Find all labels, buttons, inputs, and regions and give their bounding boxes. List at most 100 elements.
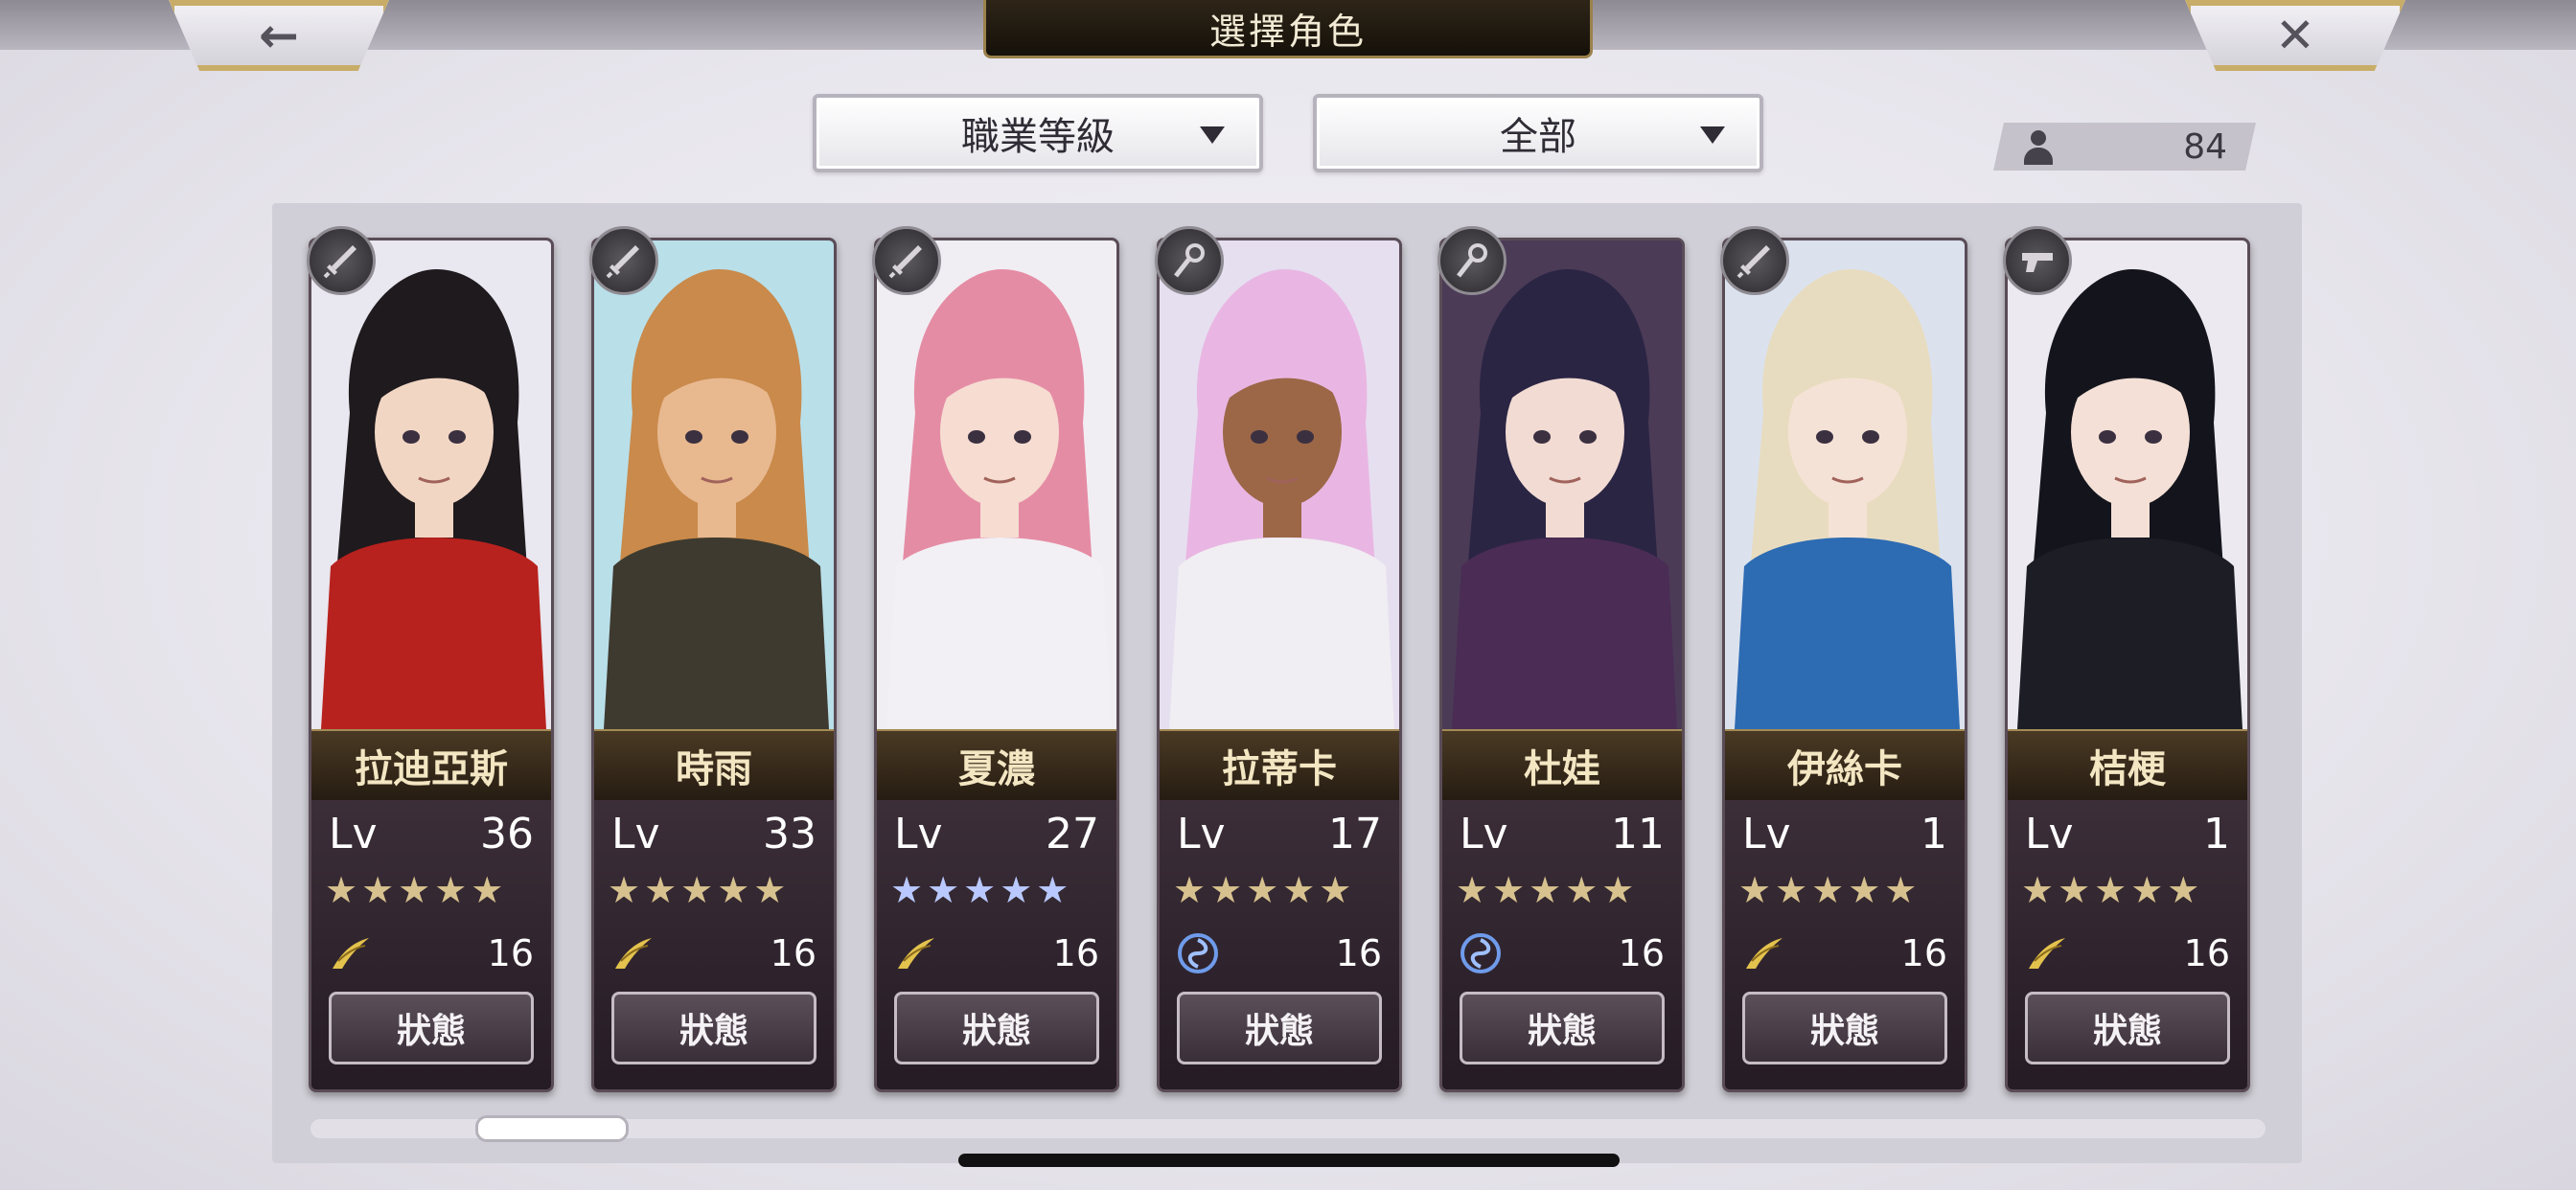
wind-element-icon: [329, 932, 371, 974]
category-dropdown-label: 全部: [1500, 115, 1576, 159]
character-card[interactable]: 時雨 Lv 33 ★★★★★ 16 狀態: [591, 238, 837, 1092]
character-portrait[interactable]: [311, 240, 551, 729]
character-portrait[interactable]: [2008, 240, 2247, 729]
star-rating: ★★★★★: [2021, 869, 2204, 911]
back-button[interactable]: ←: [169, 0, 389, 71]
character-card[interactable]: 桔梗 Lv 1 ★★★★★ 16 狀態: [2005, 238, 2250, 1092]
character-info: Lv 17 ★★★★★ 16 狀態: [1160, 800, 1399, 1089]
status-button[interactable]: 狀態: [329, 992, 534, 1064]
character-info: Lv 1 ★★★★★ 16 狀態: [2008, 800, 2247, 1089]
character-card[interactable]: 伊絲卡 Lv 1 ★★★★★ 16 狀態: [1722, 238, 1967, 1092]
water-element-icon: [1177, 932, 1219, 974]
category-dropdown[interactable]: 全部: [1313, 94, 1763, 172]
status-button[interactable]: 狀態: [1460, 992, 1665, 1064]
element-row: 16: [1742, 930, 1947, 978]
power-value: 16: [1335, 932, 1382, 974]
status-button-label: 狀態: [2092, 1011, 2162, 1051]
sword-weapon-icon: [307, 226, 376, 295]
character-name: 時雨: [676, 746, 752, 791]
power-value: 16: [2183, 932, 2230, 974]
level-row: Lv 17: [1177, 810, 1382, 863]
star-rating: ★★★★★: [1456, 869, 1639, 911]
scrollbar-thumb[interactable]: [475, 1115, 629, 1142]
character-portrait[interactable]: [1442, 240, 1682, 729]
status-button[interactable]: 狀態: [611, 992, 816, 1064]
character-name: 伊絲卡: [1787, 746, 1902, 791]
character-info: Lv 36 ★★★★★ 16 狀態: [311, 800, 551, 1089]
element-row: 16: [1177, 930, 1382, 978]
character-name: 杜娃: [1524, 746, 1600, 791]
power-value: 16: [770, 932, 816, 974]
character-name: 拉迪亞斯: [355, 746, 508, 791]
sort-dropdown[interactable]: 職業等級: [813, 94, 1263, 172]
wind-element-icon: [611, 932, 654, 974]
back-arrow-icon: ←: [259, 8, 299, 63]
wind-element-icon: [1742, 932, 1784, 974]
status-button-label: 狀態: [1809, 1011, 1879, 1051]
staff-weapon-icon: [1438, 226, 1506, 295]
status-button-label: 狀態: [396, 1011, 466, 1051]
close-icon: ✕: [2275, 8, 2315, 63]
status-button-label: 狀態: [1527, 1011, 1597, 1051]
level-value: 27: [1046, 810, 1099, 858]
element-row: 16: [894, 930, 1099, 978]
chevron-down-icon: [1200, 126, 1225, 144]
power-value: 16: [1052, 932, 1099, 974]
character-info: Lv 33 ★★★★★ 16 狀態: [594, 800, 834, 1089]
status-button-label: 狀態: [961, 1011, 1031, 1051]
status-button[interactable]: 狀態: [1742, 992, 1947, 1064]
person-icon: [2022, 130, 2055, 165]
element-row: 16: [611, 930, 816, 978]
character-name-bar: 伊絲卡: [1725, 729, 1965, 802]
character-count: 84: [2183, 127, 2227, 167]
character-portrait[interactable]: [594, 240, 834, 729]
character-card[interactable]: 拉蒂卡 Lv 17 ★★★★★ 16 狀態: [1157, 238, 1402, 1092]
character-count-box: 84: [1993, 123, 2256, 171]
status-button[interactable]: 狀態: [1177, 992, 1382, 1064]
wind-element-icon: [2025, 932, 2067, 974]
character-portrait[interactable]: [1160, 240, 1399, 729]
sort-dropdown-label: 職業等級: [961, 115, 1115, 159]
level-value: 33: [763, 810, 816, 858]
character-card[interactable]: 杜娃 Lv 11 ★★★★★ 16 狀態: [1439, 238, 1685, 1092]
chevron-down-icon: [1700, 126, 1725, 144]
sword-weapon-icon: [872, 226, 941, 295]
level-row: Lv 36: [329, 810, 534, 863]
level-row: Lv 33: [611, 810, 816, 863]
character-name-bar: 時雨: [594, 729, 834, 802]
level-value: 36: [480, 810, 534, 858]
wind-element-icon: [894, 932, 936, 974]
star-rating: ★★★★★: [608, 869, 791, 911]
water-element-icon: [1460, 932, 1502, 974]
character-info: Lv 1 ★★★★★ 16 狀態: [1725, 800, 1965, 1089]
staff-weapon-icon: [1155, 226, 1224, 295]
level-row: Lv 1: [2025, 810, 2230, 863]
character-info: Lv 27 ★★★★★ 16 狀態: [877, 800, 1116, 1089]
status-button[interactable]: 狀態: [2025, 992, 2230, 1064]
level-label: Lv: [1460, 810, 1508, 858]
star-rating: ★★★★★: [1173, 869, 1356, 911]
level-label: Lv: [894, 810, 943, 858]
level-value: 1: [2203, 810, 2230, 858]
level-row: Lv 27: [894, 810, 1099, 863]
character-portrait[interactable]: [877, 240, 1116, 729]
character-portrait[interactable]: [1725, 240, 1965, 729]
status-button[interactable]: 狀態: [894, 992, 1099, 1064]
status-button-label: 狀態: [678, 1011, 748, 1051]
character-name: 拉蒂卡: [1222, 746, 1337, 791]
character-name-bar: 杜娃: [1442, 729, 1682, 802]
character-info: Lv 11 ★★★★★ 16 狀態: [1442, 800, 1682, 1089]
character-card[interactable]: 拉迪亞斯 Lv 36 ★★★★★ 16 狀態: [309, 238, 554, 1092]
close-button[interactable]: ✕: [2185, 0, 2405, 71]
star-rating: ★★★★★: [1738, 869, 1921, 911]
level-row: Lv 1: [1742, 810, 1947, 863]
element-row: 16: [1460, 930, 1665, 978]
character-name-bar: 夏濃: [877, 729, 1116, 802]
character-name: 夏濃: [958, 746, 1035, 791]
level-label: Lv: [611, 810, 660, 858]
level-label: Lv: [2025, 810, 2074, 858]
element-row: 16: [2025, 930, 2230, 978]
character-name-bar: 拉蒂卡: [1160, 729, 1399, 802]
character-card[interactable]: 夏濃 Lv 27 ★★★★★ 16 狀態: [874, 238, 1119, 1092]
star-rating: ★★★★★: [325, 869, 508, 911]
